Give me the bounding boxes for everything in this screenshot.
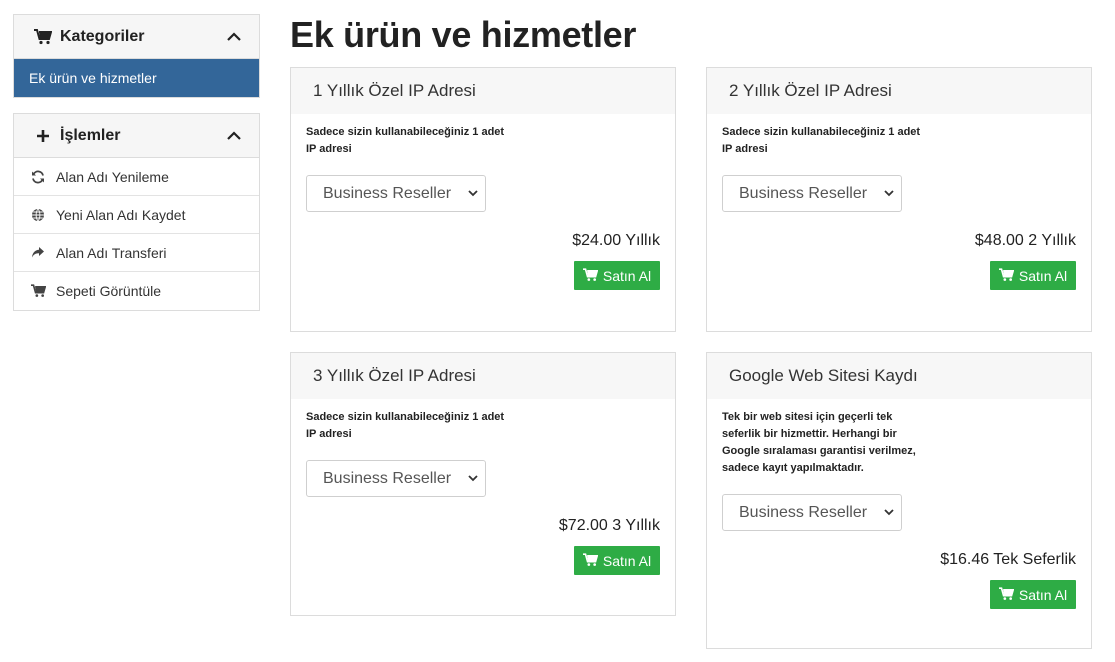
sidebar-item-view-cart[interactable]: Sepeti Görüntüle (14, 272, 259, 310)
billing-select[interactable]: Business Reseller (306, 460, 486, 497)
sidebar-item-domain-renewal[interactable]: Alan Adı Yenileme (14, 158, 259, 196)
product-description: Tek bir web sitesi için geçerli tek sefe… (722, 411, 916, 474)
product-description: Sadece sizin kullanabileceğiniz 1 adet I… (306, 411, 505, 440)
product-name: 3 Yıllık Özel IP Adresi (291, 353, 675, 399)
cart-icon (998, 268, 1014, 283)
product-description: Sadece sizin kullanabileceğiniz 1 adet I… (722, 126, 921, 155)
billing-select[interactable]: Business Reseller (722, 175, 902, 212)
buy-button-label: Satın Al (602, 552, 652, 569)
refresh-icon (30, 169, 46, 185)
sidebar-item-label: Sepeti Görüntüle (56, 283, 162, 299)
plus-icon (34, 127, 52, 145)
sidebar-item-label: Alan Adı Yenileme (56, 168, 169, 185)
cart-icon (582, 268, 598, 283)
buy-button[interactable]: Satın Al (574, 261, 660, 290)
product-card: 2 Yıllık Özel IP Adresi Sadece sizin kul… (706, 67, 1092, 332)
product-card: 1 Yıllık Özel IP Adresi Sadece sizin kul… (290, 67, 676, 332)
globe-icon (30, 207, 46, 223)
buy-button-label: Satın Al (1018, 586, 1068, 603)
categories-panel-header[interactable]: Kategoriler (14, 15, 259, 59)
product-name: 2 Yıllık Özel IP Adresi (707, 68, 1091, 114)
product-price: $48.00 2 Yıllık (974, 232, 1076, 249)
billing-select-value: Business Reseller (739, 184, 868, 202)
product-card: Google Web Sitesi Kaydı Tek bir web site… (706, 352, 1092, 649)
billing-select[interactable]: Business Reseller (722, 494, 902, 531)
billing-select-value: Business Reseller (323, 469, 452, 487)
buy-button-label: Satın Al (602, 267, 652, 284)
billing-select[interactable]: Business Reseller (306, 175, 486, 212)
cart-icon (30, 283, 46, 299)
chevron-down-icon (468, 190, 478, 197)
categories-title: Kategoriler (60, 27, 145, 45)
billing-select-value: Business Reseller (739, 503, 868, 521)
chevron-up-icon[interactable] (225, 127, 243, 145)
buy-button[interactable]: Satın Al (990, 580, 1076, 609)
chevron-down-icon (468, 475, 478, 482)
sidebar-item-label: Yeni Alan Adı Kaydet (56, 206, 186, 223)
chevron-down-icon (884, 509, 894, 516)
product-card: 3 Yıllık Özel IP Adresi Sadece sizin kul… (290, 352, 676, 616)
sidebar-item-domain-transfer[interactable]: Alan Adı Transferi (14, 234, 259, 272)
chevron-down-icon (884, 190, 894, 197)
actions-title: İşlemler (60, 126, 121, 144)
cart-icon (998, 587, 1014, 602)
product-price: $72.00 3 Yıllık (558, 517, 660, 534)
chevron-up-icon[interactable] (225, 28, 243, 46)
cart-icon (582, 553, 598, 568)
product-name: 1 Yıllık Özel IP Adresi (291, 68, 675, 114)
billing-select-value: Business Reseller (323, 184, 452, 202)
buy-button-label: Satın Al (1018, 267, 1068, 284)
product-price: $24.00 Yıllık (572, 232, 660, 249)
cart-icon (34, 28, 52, 46)
product-name: Google Web Sitesi Kaydı (707, 353, 1091, 399)
sidebar-item-label: Ek ürün ve hizmetler (29, 70, 157, 86)
categories-panel: Kategoriler Ek ürün ve hizmetler (13, 14, 260, 98)
sidebar-item-label: Alan Adı Transferi (56, 244, 167, 261)
share-arrow-icon (30, 245, 46, 261)
sidebar-item-register-domain[interactable]: Yeni Alan Adı Kaydet (14, 196, 259, 234)
product-description: Sadece sizin kullanabileceğiniz 1 adet I… (306, 126, 505, 155)
actions-panel: İşlemler Alan Adı Yenileme Yeni Alan Adı… (13, 113, 260, 311)
sidebar-item-ek-urun[interactable]: Ek ürün ve hizmetler (14, 59, 259, 97)
buy-button[interactable]: Satın Al (574, 546, 660, 575)
page-title: Ek ürün ve hizmetler (290, 14, 637, 55)
actions-panel-header[interactable]: İşlemler (14, 114, 259, 158)
product-price: $16.46 Tek Seferlik (940, 551, 1076, 568)
buy-button[interactable]: Satın Al (990, 261, 1076, 290)
